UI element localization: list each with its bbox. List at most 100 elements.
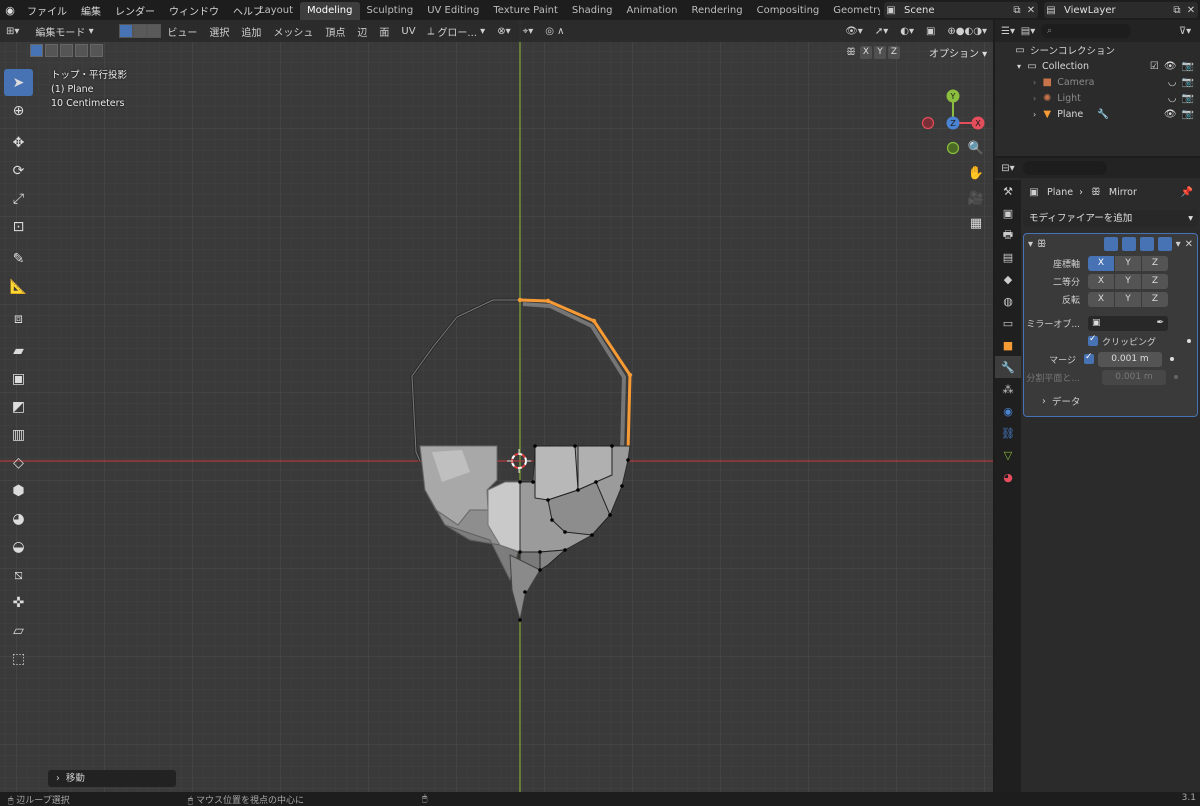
select-box-tool-icon[interactable]: ➤: [4, 69, 33, 96]
eyedropper-icon[interactable]: ✒: [1156, 316, 1164, 331]
proportional-edit-icon[interactable]: ◎ ∧: [539, 23, 570, 39]
flip-z-toggle[interactable]: Z: [1142, 291, 1168, 307]
view-layer-name[interactable]: ViewLayer: [1058, 5, 1170, 16]
menu-edge[interactable]: 辺: [351, 23, 373, 39]
bisect-y-toggle[interactable]: Y: [1115, 273, 1141, 289]
collapse-chevron-icon[interactable]: ▾: [1028, 239, 1033, 250]
cursor-tool-icon[interactable]: ⊕: [4, 97, 33, 124]
hidden-eye-icon[interactable]: ◡: [1168, 77, 1177, 88]
options-dropdown[interactable]: オプション ▾: [925, 45, 991, 60]
viewport-scene[interactable]: [0, 20, 993, 792]
shading-modes-icon[interactable]: ⊕●◐◑▾: [941, 23, 993, 39]
bisect-distance-field[interactable]: 0.001 m: [1102, 369, 1166, 385]
vertex-select-icon[interactable]: [119, 24, 134, 38]
tab-texture-paint[interactable]: Texture Paint: [486, 2, 565, 20]
expand-arrow-icon[interactable]: ›: [1033, 94, 1036, 103]
edge-slide-tool-icon[interactable]: ⧅: [4, 561, 33, 588]
flip-x-toggle[interactable]: X: [1088, 291, 1114, 307]
render-tab-icon[interactable]: ▣: [995, 202, 1021, 224]
menu-view[interactable]: ビュー: [161, 23, 203, 39]
outliner-editor-icon[interactable]: ☰▾: [1001, 24, 1015, 38]
keyframe-dot-icon[interactable]: [1170, 357, 1174, 361]
view-layer-selector[interactable]: ▤ ViewLayer ⧉ ✕: [1044, 2, 1198, 18]
outliner-item-camera[interactable]: › ■ Camera ◡ 📷: [995, 74, 1200, 90]
menu-select[interactable]: 選択: [203, 23, 235, 39]
bisect-z-toggle[interactable]: Z: [1142, 273, 1168, 289]
extrude-tool-icon[interactable]: ▰: [4, 337, 33, 364]
tab-rendering[interactable]: Rendering: [685, 2, 750, 20]
eye-icon[interactable]: 👁: [1164, 61, 1177, 72]
menu-vertex[interactable]: 頂点: [319, 23, 351, 39]
display-mode-icon[interactable]: ▤▾: [1021, 24, 1035, 38]
rip-region-tool-icon[interactable]: ⬚: [4, 645, 33, 672]
new-scene-icon[interactable]: ⧉: [1010, 3, 1024, 17]
select-extend-icon[interactable]: [45, 44, 58, 57]
xray-icon[interactable]: ▣: [920, 23, 941, 39]
data-tab-icon[interactable]: ▽: [995, 444, 1021, 466]
constraints-tab-icon[interactable]: ⛓: [995, 422, 1021, 444]
merge-distance-field[interactable]: 0.001 m: [1098, 351, 1162, 367]
render-toggle-icon[interactable]: [1157, 237, 1172, 251]
select-subtract-icon[interactable]: [60, 44, 73, 57]
last-operator-label[interactable]: 移動: [66, 773, 85, 784]
tab-layout[interactable]: Layout: [252, 2, 300, 20]
object-tab-icon[interactable]: ■: [995, 334, 1021, 356]
merge-checkbox[interactable]: [1084, 352, 1094, 364]
mode-selector[interactable]: 編集モード ▾: [29, 23, 116, 39]
world-tab-icon[interactable]: ◍: [995, 290, 1021, 312]
select-new-icon[interactable]: [30, 44, 43, 57]
axis-x-button[interactable]: X: [860, 45, 872, 59]
poly-build-tool-icon[interactable]: ⬢: [4, 477, 33, 504]
scene-tab-icon[interactable]: ◆: [995, 268, 1021, 290]
3d-viewport[interactable]: ⊞▾ 編集モード ▾ ビュー 選択 追加 メッシュ 頂点 辺 面 UV ⟂ グロ…: [0, 20, 993, 792]
select-invert-icon[interactable]: [75, 44, 88, 57]
cage-toggle-icon[interactable]: [1121, 237, 1136, 251]
mode-label[interactable]: 編集モード: [35, 24, 85, 39]
tab-modeling[interactable]: Modeling: [300, 2, 360, 20]
view-layer-tab-icon[interactable]: ▤: [995, 246, 1021, 268]
transform-orientation[interactable]: ⟂ グロー... ▾: [422, 23, 492, 39]
filter-icon[interactable]: ⊽▾: [1178, 24, 1192, 38]
expand-arrow-icon[interactable]: ›: [1033, 110, 1036, 119]
menu-mesh[interactable]: メッシュ: [267, 23, 319, 39]
menu-edit[interactable]: 編集: [74, 3, 108, 18]
axis-z-toggle[interactable]: Z: [1142, 255, 1168, 271]
modifier-menu-icon[interactable]: ▾: [1176, 239, 1181, 250]
modifier-tab-icon[interactable]: 🔧: [995, 356, 1021, 378]
remove-modifier-icon[interactable]: ✕: [1185, 239, 1193, 250]
scale-tool-icon[interactable]: ⤢: [4, 185, 33, 212]
axis-y-button[interactable]: Y: [874, 45, 886, 59]
scene-name[interactable]: Scene: [898, 5, 1010, 16]
hidden-eye-icon[interactable]: ◡: [1168, 93, 1177, 104]
expand-arrow-icon[interactable]: ▾: [1017, 62, 1021, 71]
clipping-checkbox[interactable]: [1088, 334, 1098, 346]
add-modifier-label[interactable]: モディファイアーを追加: [1029, 213, 1132, 224]
blender-logo-icon[interactable]: ◉: [0, 4, 20, 17]
scene-selector[interactable]: ▣ Scene ⧉ ✕: [884, 2, 1038, 18]
tab-sculpting[interactable]: Sculpting: [360, 2, 421, 20]
render-camera-icon[interactable]: 📷: [1182, 109, 1194, 120]
shear-tool-icon[interactable]: ▱: [4, 617, 33, 644]
data-subpanel[interactable]: › データ: [1024, 392, 1197, 410]
smooth-tool-icon[interactable]: ◒: [4, 533, 33, 560]
tab-geometry-nodes[interactable]: Geometry Nodes: [826, 2, 880, 20]
menu-uv[interactable]: UV: [395, 23, 421, 39]
output-tab-icon[interactable]: 🖶: [995, 224, 1021, 246]
transform-tool-icon[interactable]: ⊡: [4, 213, 33, 240]
properties-editor-icon[interactable]: ⊟▾: [1001, 161, 1015, 175]
tool-tab-icon[interactable]: ⚒: [995, 180, 1021, 202]
menu-file[interactable]: ファイル: [20, 3, 74, 18]
expand-arrow-icon[interactable]: ›: [1033, 78, 1036, 87]
move-tool-icon[interactable]: ✥: [4, 129, 33, 156]
modifier-wrench-icon[interactable]: 🔧: [1097, 109, 1109, 120]
menu-render[interactable]: レンダー: [108, 3, 162, 18]
exclude-checkbox-icon[interactable]: ☑: [1150, 61, 1159, 72]
tab-compositing[interactable]: Compositing: [750, 2, 827, 20]
add-modifier-button[interactable]: モディファイアーを追加 ▾: [1023, 210, 1198, 227]
snap-icon[interactable]: ⌖▾: [517, 23, 540, 39]
mirror-object-field[interactable]: ▣ ✒: [1088, 315, 1168, 331]
keyframe-dot-icon[interactable]: [1174, 375, 1178, 379]
zoom-icon[interactable]: 🔍: [964, 136, 988, 161]
new-view-layer-icon[interactable]: ⧉: [1170, 3, 1184, 17]
edit-mode-toggle-icon[interactable]: [1103, 237, 1118, 251]
